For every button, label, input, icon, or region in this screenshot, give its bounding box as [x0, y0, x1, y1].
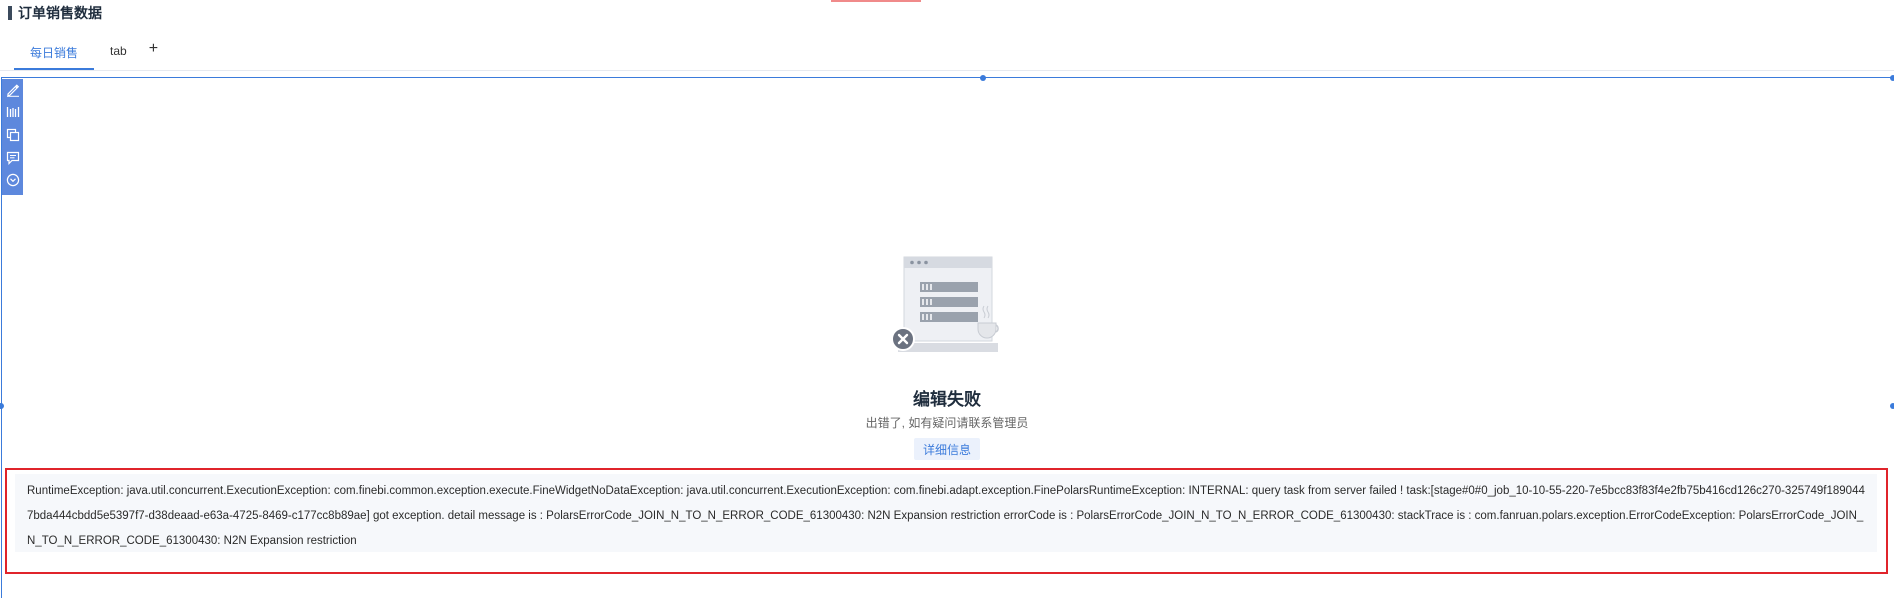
more-icon[interactable]	[4, 172, 21, 188]
tab-daily-sales[interactable]: 每日销售	[14, 38, 95, 70]
title-marker	[8, 6, 12, 20]
error-title: 编辑失败	[913, 390, 981, 409]
page-title-text: 订单销售数据	[18, 5, 102, 21]
error-message: RuntimeException: java.util.concurrent.E…	[15, 474, 1877, 552]
resize-handle-top[interactable]	[980, 75, 986, 81]
copy-icon[interactable]	[4, 127, 21, 143]
add-tab-button[interactable]: +	[143, 38, 164, 58]
details-button[interactable]: 详细信息	[914, 438, 980, 460]
tab-bar: 每日销售 tab +	[14, 38, 164, 70]
edit-icon[interactable]	[4, 82, 21, 98]
comment-icon[interactable]	[4, 150, 21, 166]
error-subtitle: 出错了, 如有疑问请联系管理员	[865, 416, 1029, 430]
error-illustration	[886, 255, 1006, 360]
tabs-divider	[0, 70, 1894, 71]
chart-icon[interactable]	[4, 105, 21, 121]
top-accent-line	[831, 0, 921, 2]
tab-tab[interactable]: tab	[94, 38, 143, 64]
error-detail-box: RuntimeException: java.util.concurrent.E…	[5, 468, 1888, 574]
resize-handle-top-right[interactable]	[1890, 75, 1894, 81]
page-title: 订单销售数据	[8, 4, 102, 22]
widget-toolbar	[2, 79, 23, 195]
